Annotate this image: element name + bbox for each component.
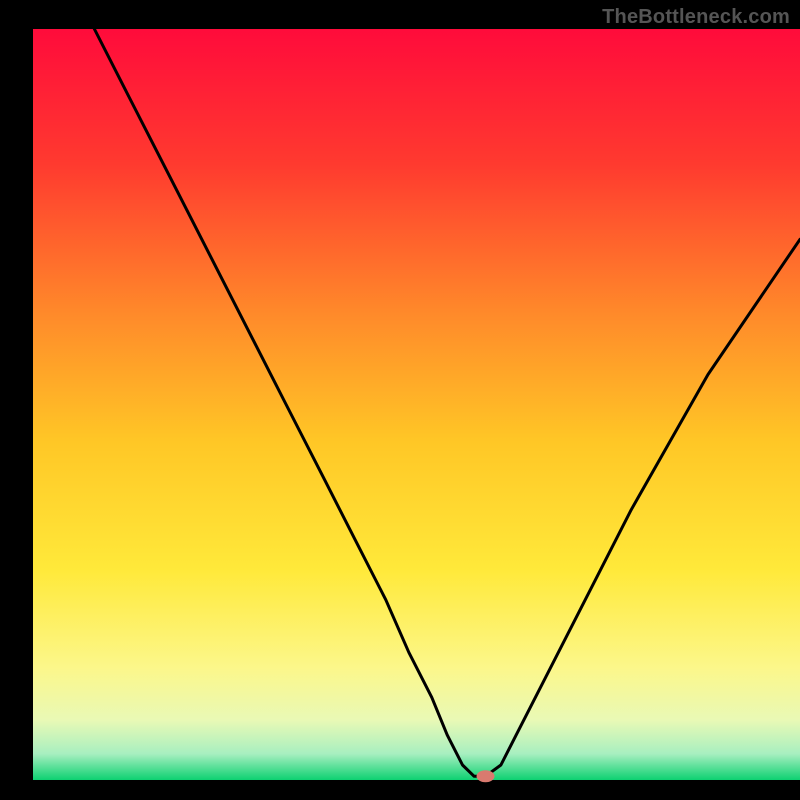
chart-frame: TheBottleneck.com — [0, 0, 800, 800]
optimal-marker — [477, 770, 495, 782]
watermark-text: TheBottleneck.com — [602, 6, 790, 29]
bottleneck-chart — [0, 0, 800, 800]
